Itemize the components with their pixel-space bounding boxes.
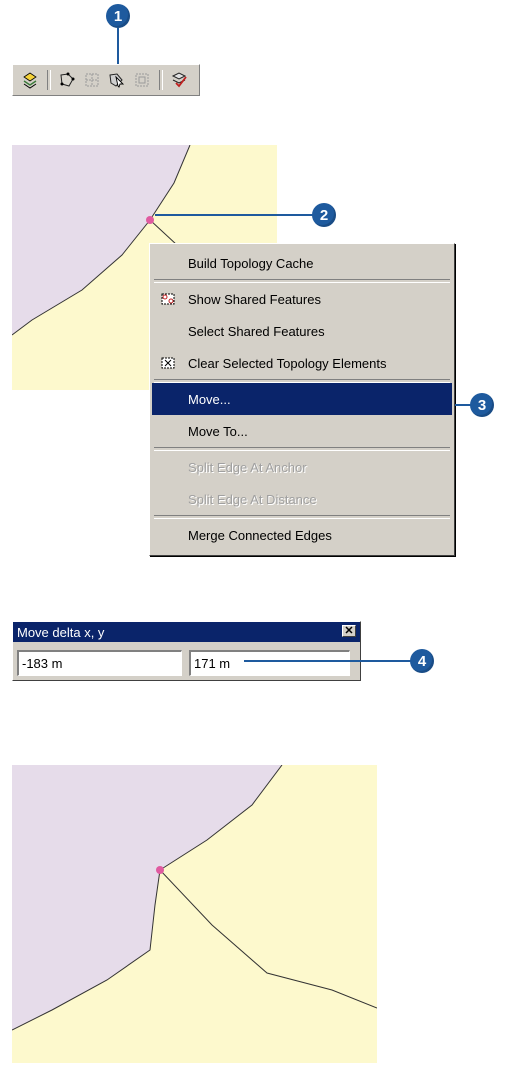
menu-item-label: Merge Connected Edges (188, 527, 332, 543)
menu-item-label: Build Topology Cache (188, 255, 314, 271)
menu-item-split-edge-at-anchor: Split Edge At Anchor (152, 451, 452, 483)
show-shared-features-icon[interactable] (106, 69, 128, 91)
menu-item-select-shared-features[interactable]: Select Shared Features (152, 315, 452, 347)
toolbar-separator (47, 70, 51, 90)
menu-item-label: Show Shared Features (188, 291, 321, 307)
step-1-callout: 1 (106, 4, 130, 28)
validate-topology-icon[interactable] (168, 69, 190, 91)
move-delta-dialog: Move delta x, y ✕ -183 m 171 m (12, 621, 361, 681)
menu-item-show-shared-features[interactable]: Show Shared Features (152, 283, 452, 315)
shared-features-icon (161, 293, 175, 305)
delta-y-input[interactable]: 171 m (189, 650, 350, 676)
selected-vertex[interactable] (146, 216, 154, 224)
menu-item-label: Move... (188, 391, 231, 407)
close-icon: ✕ (344, 624, 354, 637)
map-topology-icon[interactable] (56, 69, 78, 91)
toolbar-separator (159, 70, 163, 90)
map-after-move (12, 765, 377, 1063)
dialog-title: Move delta x, y (17, 624, 105, 640)
menu-item-move[interactable]: Move... (152, 383, 452, 415)
dialog-titlebar: Move delta x, y ✕ (13, 622, 360, 642)
menu-item-label: Select Shared Features (188, 323, 325, 339)
select-topology-icon[interactable] (131, 69, 153, 91)
topology-context-menu: Build Topology Cache Show Shared Feature… (149, 243, 455, 556)
clear-topology-icon (161, 357, 175, 369)
menu-item-split-edge-at-distance: Split Edge At Distance (152, 483, 452, 515)
step-2-leader (155, 214, 315, 216)
moved-vertex[interactable] (156, 866, 164, 874)
step-2-callout: 2 (312, 203, 336, 227)
step-1-leader (117, 28, 119, 68)
menu-item-build-topology-cache[interactable]: Build Topology Cache (152, 247, 452, 279)
menu-item-label: Split Edge At Anchor (188, 459, 307, 475)
menu-item-merge-connected-edges[interactable]: Merge Connected Edges (152, 519, 452, 551)
menu-item-label: Move To... (188, 423, 248, 439)
topology-layer-icon[interactable] (19, 69, 41, 91)
step-4-callout: 4 (410, 649, 434, 673)
menu-item-move-to[interactable]: Move To... (152, 415, 452, 447)
delta-x-input[interactable]: -183 m (17, 650, 182, 676)
step-4-leader (244, 660, 414, 662)
menu-item-label: Clear Selected Topology Elements (188, 355, 387, 371)
menu-item-label: Split Edge At Distance (188, 491, 317, 507)
menu-item-clear-selected-topology-elements[interactable]: Clear Selected Topology Elements (152, 347, 452, 379)
step-3-callout: 3 (470, 393, 494, 417)
topology-edit-tool-icon[interactable] (81, 69, 103, 91)
topology-toolbar (12, 64, 200, 96)
close-button[interactable]: ✕ (342, 625, 356, 637)
